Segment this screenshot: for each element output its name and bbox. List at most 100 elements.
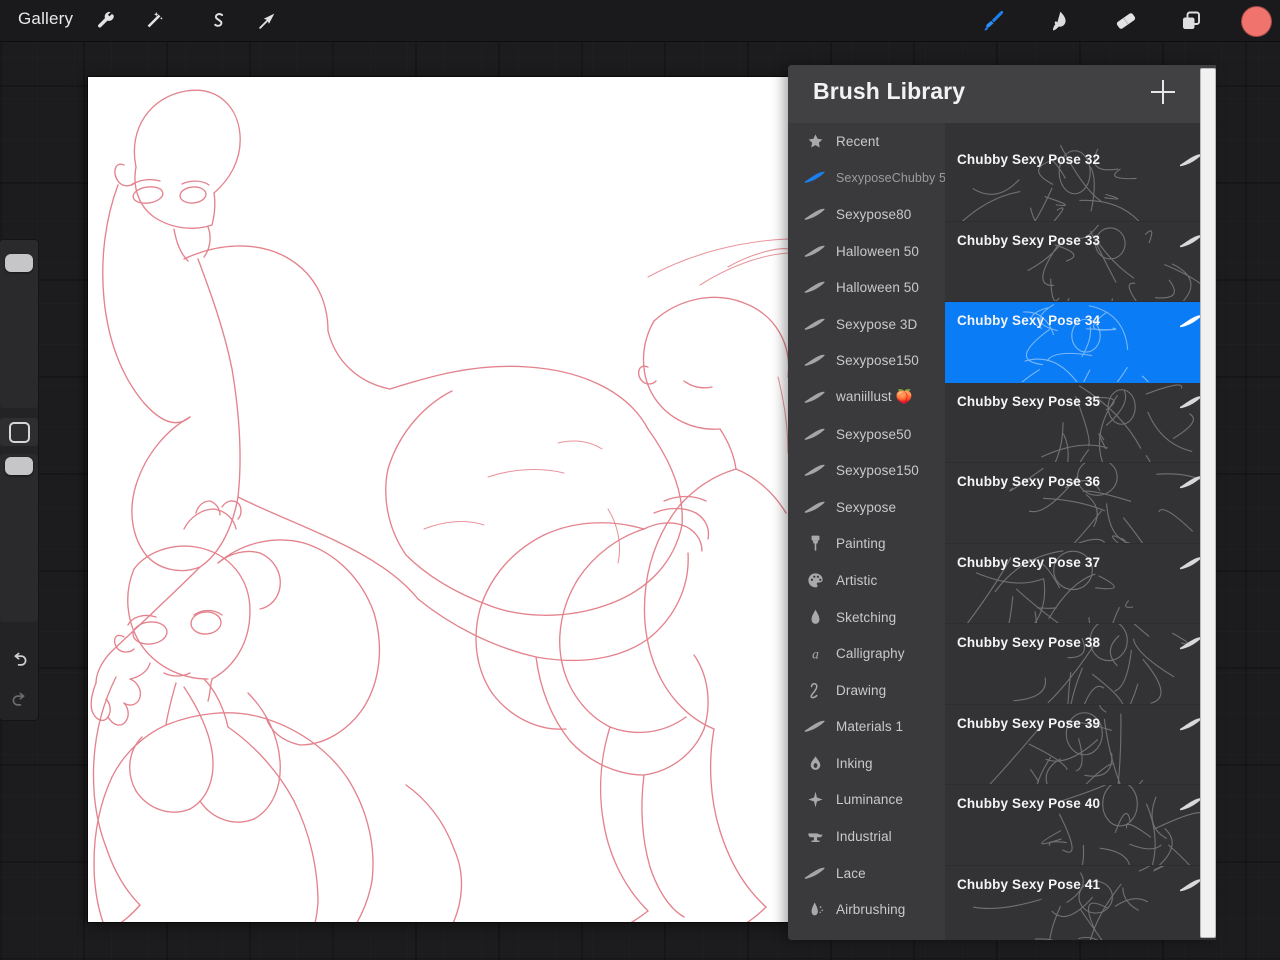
- brush-stroke-blue-icon: [802, 167, 828, 189]
- brush-set-row[interactable]: Sexypose: [788, 489, 945, 526]
- opacity-slider[interactable]: [0, 454, 38, 622]
- brush-set-row[interactable]: Recent: [788, 123, 945, 160]
- undo-button[interactable]: [0, 642, 38, 678]
- brush-set-row[interactable]: Sexypose150: [788, 343, 945, 380]
- brush-set-row[interactable]: Painting: [788, 526, 945, 563]
- modify-button[interactable]: [0, 418, 38, 446]
- brush-set-row[interactable]: Sketching: [788, 599, 945, 636]
- brush-set-label: Sketching: [836, 609, 897, 625]
- brush-stroke-icon: [802, 935, 828, 940]
- brush-row[interactable]: Chubby Sexy Pose 33: [945, 221, 1216, 302]
- brush-name-label: Chubby Sexy Pose 35: [957, 393, 1101, 409]
- brush-set-row[interactable]: Lace: [788, 855, 945, 892]
- airbrush-icon: [802, 899, 828, 921]
- selection-icon[interactable]: [203, 6, 233, 36]
- brush-set-row[interactable]: SexyposeChubby 50: [788, 160, 945, 197]
- brush-row[interactable]: Chubby Sexy Pose 38: [945, 624, 1216, 705]
- brush-stroke-icon: [802, 460, 828, 482]
- brush-set-row[interactable]: Sexypose80: [788, 196, 945, 233]
- brush-set-row[interactable]: Calligraphy: [788, 635, 945, 672]
- brush-set-row[interactable]: Sexypose50: [788, 416, 945, 453]
- brush-set-label: Halloween 50: [836, 280, 920, 296]
- brush-set-row[interactable]: Sexypose 3D: [788, 306, 945, 343]
- brush-set-row[interactable]: Artistic: [788, 562, 945, 599]
- redo-button[interactable]: [0, 682, 38, 718]
- sparkle-icon: [802, 789, 828, 811]
- brush-library-panel: Brush Library Recent SexyposeChubby 50 Sex…: [788, 65, 1216, 940]
- brush-set-label: Sexypose150: [836, 463, 919, 479]
- brush-set-row[interactable]: Airbrushing: [788, 891, 945, 928]
- brush-row[interactable]: Chubby Sexy Pose 40: [945, 785, 1216, 866]
- pencil-tip-icon: [802, 606, 828, 628]
- gallery-button[interactable]: Gallery: [18, 9, 73, 29]
- square-icon: [8, 421, 30, 443]
- brush-set-label: Recent: [836, 133, 880, 149]
- transform-arrow-icon[interactable]: [252, 6, 282, 36]
- brush-set-label: Artistic: [836, 572, 878, 588]
- layers-icon[interactable]: [1175, 5, 1207, 37]
- brush-name-label: Chubby Sexy Pose 38: [957, 635, 1101, 650]
- wrench-icon[interactable]: [91, 6, 121, 36]
- magic-wand-icon[interactable]: [139, 6, 169, 36]
- add-brush-icon[interactable]: [1146, 75, 1180, 109]
- brush-set-row[interactable]: Luminance: [788, 782, 945, 819]
- squiggle-icon: [802, 679, 828, 701]
- brush-row[interactable]: Chubby Sexy Pose 37: [945, 543, 1216, 624]
- brush-set-label: Lace: [836, 865, 866, 881]
- brush-name-label: Chubby Sexy Pose 32: [957, 152, 1101, 167]
- brush-row[interactable]: Chubby Sexy Pose 41: [945, 865, 1216, 940]
- brush-set-row[interactable]: waniillust 🍑: [788, 379, 945, 416]
- brush-stroke-icon: [802, 386, 828, 408]
- brush-name-label: Chubby Sexy Pose 41: [957, 876, 1101, 892]
- brush-list[interactable]: Chubby Sexy Pose 32 Chubby Sexy Pose 33 Ch…: [945, 123, 1216, 940]
- brush-set-row[interactable]: Sexypose150: [788, 452, 945, 489]
- brush-set-row[interactable]: Industrial: [788, 818, 945, 855]
- brush-set-row[interactable]: [788, 928, 945, 940]
- paintbrush-icon[interactable]: [978, 5, 1010, 37]
- brush-row[interactable]: Chubby Sexy Pose 39: [945, 704, 1216, 785]
- brush-set-label: Industrial: [836, 829, 892, 845]
- brush-set-label: Sexypose: [836, 499, 897, 515]
- brush-set-label: Airbrushing: [836, 902, 906, 918]
- procreate-app: Gallery Brush Library Recent SexyposeChu…: [0, 0, 1280, 960]
- top-toolbar: Gallery: [0, 0, 1280, 42]
- brush-set-list[interactable]: Recent SexyposeChubby 50 Sexypose80 Hallowe…: [788, 123, 945, 940]
- brush-size-slider[interactable]: [0, 240, 38, 408]
- brush-set-row[interactable]: Drawing: [788, 672, 945, 709]
- brush-set-label: SexyposeChubby 50: [836, 170, 945, 185]
- brush-row-selected[interactable]: Chubby Sexy Pose 34: [945, 302, 1216, 383]
- brush-stroke-icon: [802, 423, 828, 445]
- paint-brush-icon: [802, 533, 828, 555]
- brush-size-knob[interactable]: [5, 254, 33, 272]
- canvas-artwork: [90, 89, 788, 922]
- brush-stroke-icon: [802, 496, 828, 518]
- palette-icon: [802, 569, 828, 591]
- eraser-icon[interactable]: [1110, 5, 1142, 37]
- brush-set-label: waniillust 🍑: [836, 389, 913, 405]
- smudge-icon[interactable]: [1044, 5, 1076, 37]
- brush-set-row[interactable]: Materials 1: [788, 709, 945, 746]
- brush-stroke-icon: [802, 862, 828, 884]
- brush-stroke-icon: [802, 277, 828, 299]
- brush-set-label: Calligraphy: [836, 646, 905, 662]
- brush-set-row[interactable]: Halloween 50: [788, 269, 945, 306]
- brush-stroke-icon: [802, 313, 828, 335]
- opacity-knob[interactable]: [5, 457, 33, 475]
- brush-set-label: Inking: [836, 755, 873, 771]
- brush-set-label: Materials 1: [836, 719, 904, 735]
- brush-row[interactable]: Chubby Sexy Pose 35: [945, 382, 1216, 463]
- brush-row[interactable]: Chubby Sexy Pose 32: [945, 141, 1216, 222]
- drawing-canvas[interactable]: [88, 77, 788, 922]
- brush-library-header: Brush Library: [788, 65, 1216, 123]
- brush-row[interactable]: Chubby Sexy Pose 36: [945, 463, 1216, 544]
- brush-list-scrollbar[interactable]: [1200, 68, 1216, 938]
- color-well[interactable]: [1241, 6, 1272, 37]
- brush-set-label: Luminance: [836, 792, 903, 808]
- brush-set-label: Painting: [836, 536, 886, 552]
- brush-set-row[interactable]: Inking: [788, 745, 945, 782]
- brush-name-label: Chubby Sexy Pose 37: [957, 554, 1101, 570]
- brush-stroke-icon: [802, 716, 828, 738]
- brush-set-row[interactable]: Halloween 50: [788, 233, 945, 270]
- brush-name-label: Chubby Sexy Pose 34: [957, 313, 1101, 328]
- brush-name-label: Chubby Sexy Pose 40: [957, 796, 1101, 811]
